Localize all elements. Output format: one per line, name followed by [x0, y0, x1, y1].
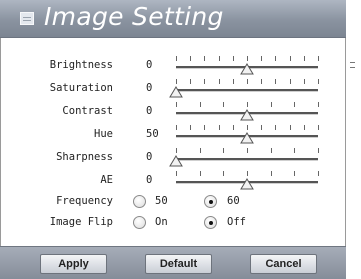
slider-tick — [289, 79, 291, 84]
slider-tick — [270, 171, 272, 176]
slider-tick — [289, 125, 291, 130]
slider-tick — [303, 125, 305, 130]
slider-tick — [270, 102, 272, 107]
slider-tick — [261, 79, 263, 84]
hue-label: Hue — [94, 128, 113, 140]
slider-tick — [218, 56, 220, 61]
slider-tick — [289, 56, 291, 61]
frequency-50-radio[interactable] — [133, 195, 146, 208]
saturation-label: Saturation — [49, 82, 113, 94]
slider-tick — [294, 102, 296, 107]
slider-track[interactable] — [176, 89, 318, 92]
slider-tick — [261, 125, 263, 130]
edge-marker — [350, 62, 355, 63]
slider-tick — [190, 79, 192, 84]
slider-tick — [218, 125, 220, 130]
image-flip-on-label: On — [155, 216, 168, 228]
image-flip-off-label: Off — [227, 216, 246, 228]
slider-tick — [199, 171, 201, 176]
slider-tick — [275, 79, 277, 84]
slider-tick — [223, 171, 225, 176]
slider-tick — [218, 79, 220, 84]
slider-tick — [204, 79, 206, 84]
slider-thumb[interactable] — [240, 129, 254, 144]
slider-tick — [232, 79, 234, 84]
slider-tick — [199, 148, 201, 153]
slider-tick — [247, 79, 248, 84]
sharpness-slider[interactable] — [169, 143, 322, 167]
slider-tick — [204, 56, 206, 61]
slider-tick — [318, 79, 319, 84]
ae-label: AE — [100, 174, 113, 186]
slider-tick — [232, 125, 234, 130]
sharpness-label: Sharpness — [56, 151, 113, 163]
saturation-value: 0 — [146, 82, 153, 94]
hue-slider[interactable] — [170, 120, 322, 144]
title-bar: Image Setting — [0, 0, 346, 38]
frequency-60-label: 60 — [227, 195, 240, 207]
slider-tick — [176, 171, 177, 176]
slider-tick — [318, 56, 319, 61]
cancel-button[interactable]: Cancel — [250, 254, 317, 274]
slider-tick — [303, 56, 305, 61]
slider-tick — [318, 125, 319, 130]
slider-tick — [190, 125, 192, 130]
brightness-slider[interactable] — [170, 51, 322, 75]
sharpness-value: 0 — [146, 151, 153, 163]
contrast-value: 0 — [146, 105, 153, 117]
slider-tick — [303, 79, 305, 84]
slider-thumb[interactable] — [169, 152, 183, 167]
slider-tick — [294, 148, 296, 153]
brightness-label: Brightness — [49, 59, 113, 71]
slider-tick — [223, 148, 225, 153]
ae-value: 0 — [146, 174, 153, 186]
slider-tick — [275, 56, 277, 61]
hue-value: 50 — [146, 128, 159, 140]
dialog-title: Image Setting — [44, 2, 224, 31]
slider-tick — [176, 125, 177, 130]
ae-slider[interactable] — [170, 166, 322, 190]
edge-marker — [350, 67, 355, 68]
slider-tick — [204, 125, 206, 130]
slider-thumb[interactable] — [169, 83, 183, 98]
contrast-label: Contrast — [62, 105, 113, 117]
slider-tick — [261, 56, 263, 61]
image-flip-off-radio[interactable] — [204, 216, 217, 229]
slider-tick — [294, 171, 296, 176]
contrast-slider[interactable] — [170, 97, 322, 121]
slider-tick — [318, 102, 319, 107]
brightness-value: 0 — [146, 59, 153, 71]
slider-tick — [199, 102, 201, 107]
slider-tick — [176, 102, 177, 107]
slider-tick — [190, 56, 192, 61]
frequency-60-radio[interactable] — [204, 195, 217, 208]
default-button[interactable]: Default — [145, 254, 212, 274]
frequency-label: Frequency — [56, 195, 113, 207]
slider-tick — [223, 102, 225, 107]
image-flip-label: Image Flip — [49, 216, 113, 228]
slider-thumb[interactable] — [240, 106, 254, 121]
slider-thumb[interactable] — [240, 60, 254, 75]
frequency-50-label: 50 — [155, 195, 168, 207]
slider-tick — [270, 148, 272, 153]
image-flip-on-radio[interactable] — [133, 216, 146, 229]
apply-button[interactable]: Apply — [40, 254, 107, 274]
slider-tick — [275, 125, 277, 130]
window-icon — [20, 12, 34, 25]
slider-tick — [176, 56, 177, 61]
slider-tick — [318, 171, 319, 176]
slider-track[interactable] — [176, 158, 318, 161]
slider-thumb[interactable] — [240, 175, 254, 190]
saturation-slider[interactable] — [169, 74, 322, 98]
slider-tick — [247, 148, 248, 153]
slider-tick — [232, 56, 234, 61]
slider-tick — [318, 148, 319, 153]
